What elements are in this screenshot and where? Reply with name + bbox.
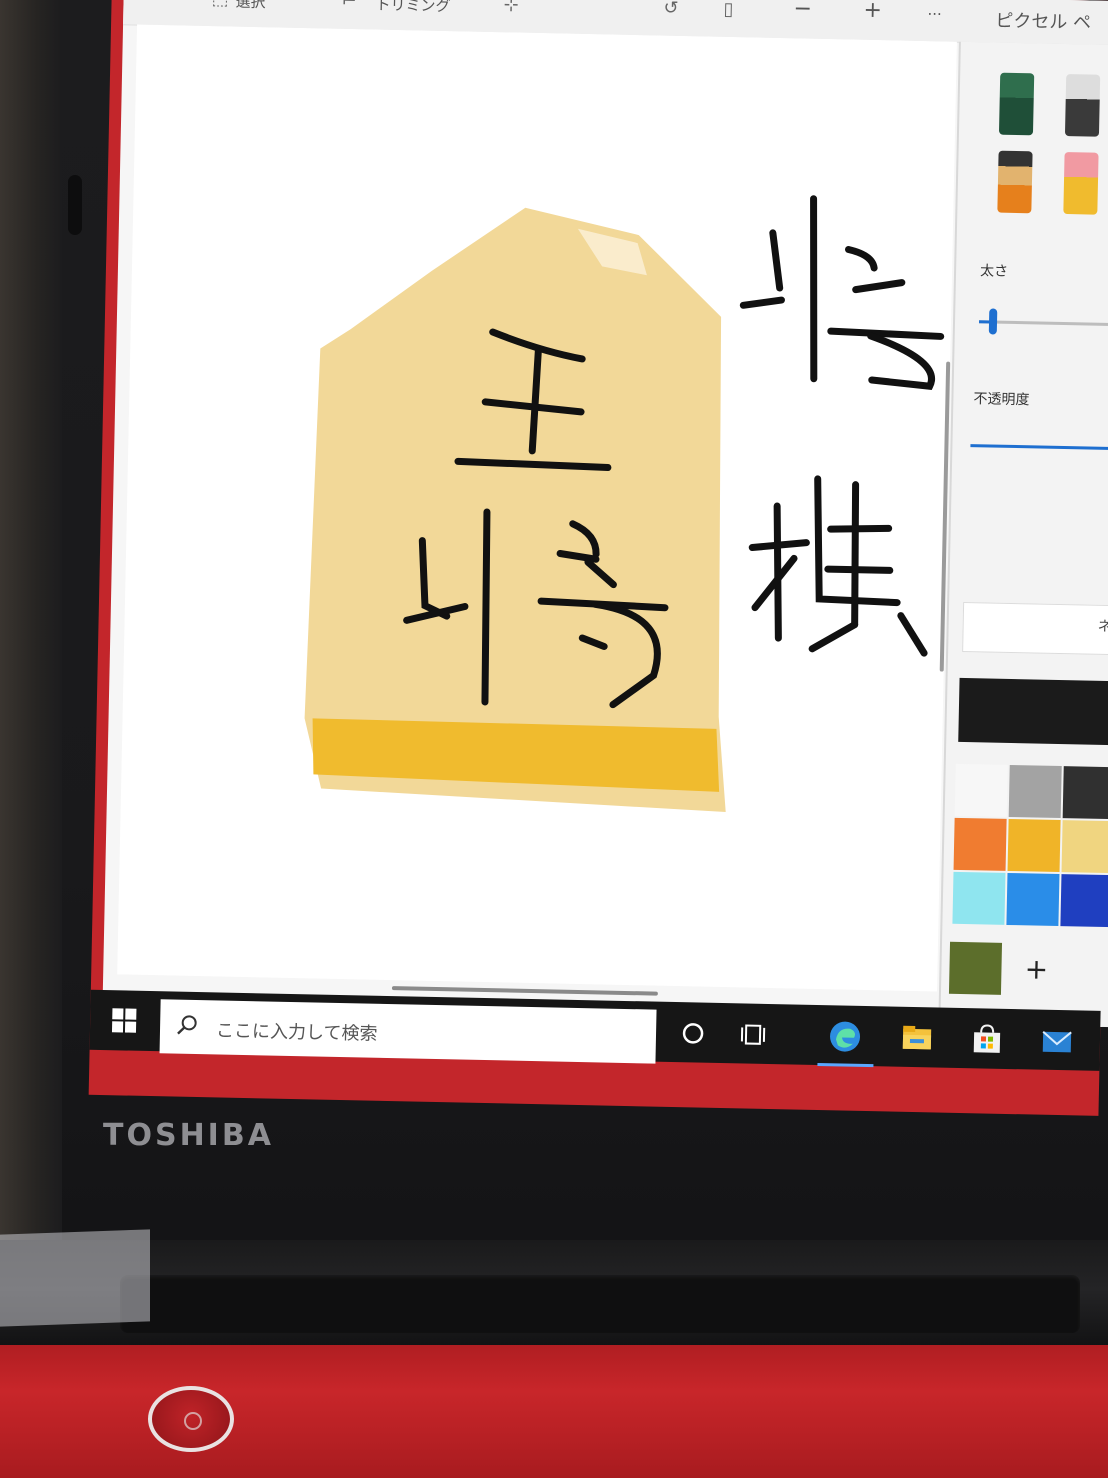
opacity-label: 不透明度 [973, 391, 1030, 409]
task-view-icon[interactable] [736, 1017, 771, 1052]
color-swatch[interactable] [952, 871, 1006, 925]
file-explorer-icon[interactable] [900, 1021, 935, 1056]
current-color-swatch[interactable] [958, 677, 1108, 746]
magic-select-icon[interactable]: ⊹ [503, 0, 519, 16]
power-icon [184, 1412, 202, 1430]
drawing-canvas[interactable] [117, 24, 957, 996]
crop-icon[interactable]: ⌐ [341, 0, 357, 12]
zoom-in-button[interactable]: + [863, 0, 882, 23]
background-edge [0, 0, 62, 1240]
store-icon[interactable] [970, 1022, 1005, 1057]
tape-strip [0, 1229, 150, 1327]
hinge-slot [120, 1275, 1080, 1333]
pane-button[interactable]: ネ [962, 601, 1108, 656]
trim-tool-label[interactable]: トリミング [375, 0, 450, 16]
color-swatch[interactable] [1060, 874, 1108, 928]
page-icon[interactable]: ▯ [723, 0, 733, 20]
character-sho-棋 [739, 195, 945, 657]
search-placeholder: ここに入力して検索 [215, 1020, 378, 1045]
add-color-button[interactable]: + [1011, 945, 1062, 994]
marker-pen-icon[interactable] [998, 72, 1035, 136]
power-button[interactable] [148, 1386, 234, 1452]
color-swatch[interactable] [954, 763, 1008, 817]
color-swatch[interactable] [1006, 872, 1060, 927]
color-swatch[interactable] [953, 817, 1007, 871]
select-icon[interactable]: ⬚ [211, 0, 228, 9]
horizontal-scrollbar[interactable] [391, 986, 658, 996]
size-label: 太さ [979, 263, 1009, 280]
pixel-view-button[interactable]: ピクセル ペ [995, 7, 1091, 35]
mail-icon[interactable] [1040, 1024, 1075, 1059]
size-slider[interactable] [979, 320, 1108, 327]
paint-window: ⬚ 選択 ⌐ トリミング ⊹ ↺ ▯ − + ··· ピクセル ペ [102, 0, 1108, 1028]
more-button[interactable]: ··· [927, 5, 942, 23]
color-palette [952, 763, 1108, 928]
edge-browser-icon[interactable] [828, 1019, 863, 1054]
color-swatch[interactable] [1061, 820, 1108, 874]
taskbar-search-box[interactable]: ここに入力して検索 [159, 999, 657, 1064]
color-swatch[interactable] [1007, 818, 1061, 873]
start-button[interactable] [111, 1008, 137, 1033]
custom-color-row: + [948, 941, 1108, 1000]
search-icon [177, 1015, 197, 1035]
color-swatch[interactable] [1062, 766, 1108, 820]
webcam [68, 175, 82, 235]
calligraphy-pen-icon[interactable] [1064, 74, 1101, 137]
size-slider-thumb[interactable] [988, 308, 998, 335]
brush-settings-pane: 太さ 不透明度 ネ + [938, 41, 1108, 1028]
opacity-slider[interactable] [970, 444, 1108, 451]
brand-logo: TOSHIBA [103, 1118, 274, 1153]
laptop-screen: ⬚ 選択 ⌐ トリミング ⊹ ↺ ▯ − + ··· ピクセル ペ [88, 0, 1108, 1116]
color-swatch[interactable] [1008, 764, 1062, 819]
canvas-drawing [304, 195, 945, 813]
select-tool-label[interactable]: 選択 [235, 0, 265, 12]
active-app-indicator [817, 1063, 874, 1068]
eraser-icon[interactable] [1063, 151, 1099, 215]
zoom-out-button[interactable]: − [793, 0, 812, 22]
custom-color-swatch[interactable] [948, 941, 1003, 995]
pencil-icon[interactable] [997, 150, 1033, 214]
cortana-icon[interactable] [676, 1016, 711, 1051]
undo-history-icon[interactable]: ↺ [663, 0, 679, 19]
